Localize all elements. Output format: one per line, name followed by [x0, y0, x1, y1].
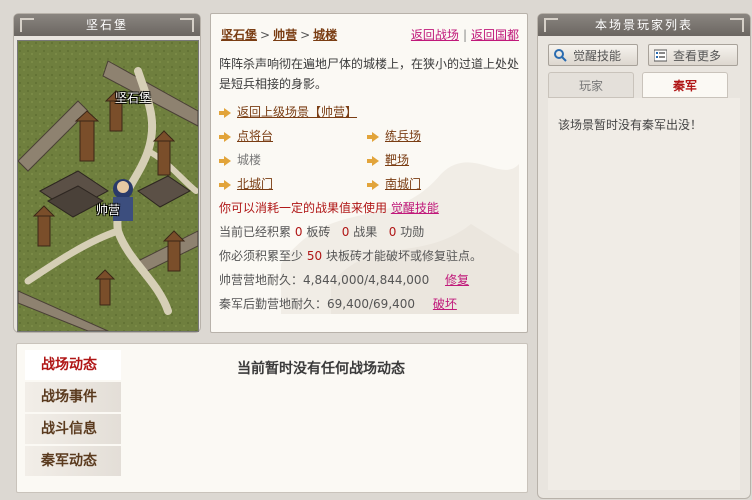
camp-durability-label: 帅营营地耐久： [219, 273, 304, 287]
arrow-right-icon [367, 155, 379, 166]
nav-up-link[interactable]: 返回上级场景【帅营】 [237, 105, 357, 119]
exploit-unit: 功勋 [400, 225, 425, 239]
breadcrumb-camp[interactable]: 帅营 [273, 28, 297, 42]
top-links: 返回战场 | 返回国都 [411, 26, 519, 43]
list-icon [654, 49, 667, 62]
player-list-panel: 本场景玩家列表 觉醒技能 查看更多 玩家 秦军 该场景暂时没有秦军出没！ [537, 13, 751, 499]
merit-unit: 战果 [353, 225, 378, 239]
view-more-button[interactable]: 查看更多 [648, 44, 738, 66]
qin-durability-row: 秦军后勤营地耐久：69,400/69,400 破坏 [219, 294, 457, 314]
arrow-right-icon [219, 131, 231, 142]
nav-row-lianbingchang: 练兵场 [367, 126, 421, 146]
destroy-link[interactable]: 破坏 [433, 297, 457, 311]
requirement-suffix: 块板砖才能破坏或修复驻点。 [325, 249, 482, 263]
map-title-text: 坚石堡 [85, 18, 128, 32]
bricks-unit: 板砖 [306, 225, 331, 239]
scene-info-panel: 坚石堡 > 帅营 > 城楼 返回战场 | 返回国都 阵阵杀声响彻在遍地尸体的城楼上，在狭小的… [210, 13, 528, 333]
arrow-right-icon [219, 155, 231, 166]
nav-row-nanchengmen: 南城门 [367, 174, 421, 194]
scene-description: 阵阵杀声响彻在遍地尸体的城楼上，在狭小的过道上处处是短兵相接的身影。 [219, 57, 520, 91]
awaken-skill-button[interactable]: 觉醒技能 [548, 44, 638, 66]
camp-durability-value: 4,844,000/4,844,000 [303, 273, 430, 287]
corner-ornament-icon [180, 18, 194, 32]
arrow-right-icon [219, 179, 231, 190]
corner-ornament-icon [544, 18, 558, 32]
breadcrumb-tower[interactable]: 城楼 [313, 28, 337, 42]
scene-map[interactable]: 坚石堡 帅营 [17, 40, 199, 332]
corner-ornament-icon [20, 18, 34, 32]
back-to-capital-link[interactable]: 返回国都 [471, 28, 519, 42]
nav-link-bachang[interactable]: 靶场 [385, 153, 409, 167]
nav-current-chenglou: 城楼 [237, 153, 262, 167]
exploit-value: 0 [388, 225, 397, 239]
breadcrumb-separator: > [260, 28, 271, 42]
nav-row-chenglou: 城楼 [219, 150, 261, 170]
player-list-title: 本场景玩家列表 [538, 14, 750, 36]
tab-players[interactable]: 玩家 [548, 72, 634, 98]
nav-link-dianjiangtai[interactable]: 点将台 [237, 129, 273, 143]
nav-link-lianbingchang[interactable]: 练兵场 [385, 129, 421, 143]
battle-dynamics-panel: 战场动态 战场事件 战斗信息 秦军动态 当前暂时没有任何战场动态 [16, 343, 528, 493]
bricks-value: 0 [294, 225, 303, 239]
battle-empty-message: 当前暂时没有任何战场动态 [237, 361, 405, 377]
accumulated-row: 当前已经积累 0 板砖 0 战果 0 功勋 [219, 222, 424, 242]
breadcrumb: 坚石堡 > 帅营 > 城楼 [221, 26, 337, 43]
action-button-bar: 觉醒技能 查看更多 [548, 44, 740, 68]
repair-link[interactable]: 修复 [445, 273, 469, 287]
tab-qin-dynamics[interactable]: 秦军动态 [25, 446, 121, 476]
qin-durability-label: 秦军后勤营地耐久： [219, 297, 328, 311]
empty-list-message: 该场景暂时没有秦军出没！ [558, 118, 703, 132]
requirement-value: 50 [306, 249, 323, 263]
view-more-button-label: 查看更多 [673, 49, 722, 63]
player-list-title-text: 本场景玩家列表 [594, 18, 693, 32]
nav-row-beichengmen: 北城门 [219, 174, 273, 194]
nav-row-dianjiangtai: 点将台 [219, 126, 273, 146]
player-list-content: 该场景暂时没有秦军出没！ [548, 98, 740, 490]
requirement-row: 你必须积累至少 50 块板砖才能破坏或修复驻点。 [219, 246, 482, 266]
requirement-prefix: 你必须积累至少 [219, 249, 304, 263]
link-divider: | [462, 28, 467, 42]
magnifier-icon [554, 49, 567, 62]
tab-battle-dynamics[interactable]: 战场动态 [25, 350, 121, 380]
nav-link-beichengmen[interactable]: 北城门 [237, 177, 273, 191]
arrow-right-icon [367, 179, 379, 190]
map-panel: 坚石堡 坚石堡 帅营 [13, 13, 201, 333]
tab-qin-army[interactable]: 秦军 [642, 72, 728, 98]
map-label-fortress: 坚石堡 [115, 91, 152, 105]
arrow-right-icon [367, 131, 379, 142]
nav-row-bachang: 靶场 [367, 150, 409, 170]
back-to-battlefield-link[interactable]: 返回战场 [411, 28, 459, 42]
player-tabs: 玩家 秦军 [548, 72, 740, 98]
breadcrumb-fortress[interactable]: 坚石堡 [221, 28, 257, 42]
accumulated-label: 当前已经积累 [219, 225, 292, 239]
map-illustration [18, 41, 198, 331]
map-panel-title: 坚石堡 [14, 14, 200, 36]
arrow-right-icon [219, 107, 231, 118]
merit-value: 0 [341, 225, 350, 239]
awaken-skill-button-label: 觉醒技能 [573, 49, 622, 63]
breadcrumb-separator: > [300, 28, 311, 42]
camp-durability-row: 帅营营地耐久：4,844,000/4,844,000 修复 [219, 270, 469, 290]
nav-up-row: 返回上级场景【帅营】 [219, 102, 357, 122]
awaken-prompt: 你可以消耗一定的战果值来使用 [219, 201, 388, 215]
tab-combat-info[interactable]: 战斗信息 [25, 414, 121, 444]
awaken-row: 你可以消耗一定的战果值来使用 觉醒技能 [219, 198, 439, 218]
tab-battle-events[interactable]: 战场事件 [25, 382, 121, 412]
nav-link-nanchengmen[interactable]: 南城门 [385, 177, 421, 191]
map-label-camp: 帅营 [96, 203, 121, 217]
qin-durability-value: 69,400/69,400 [327, 297, 416, 311]
corner-ornament-icon [730, 18, 744, 32]
awaken-skill-link[interactable]: 觉醒技能 [391, 201, 439, 215]
